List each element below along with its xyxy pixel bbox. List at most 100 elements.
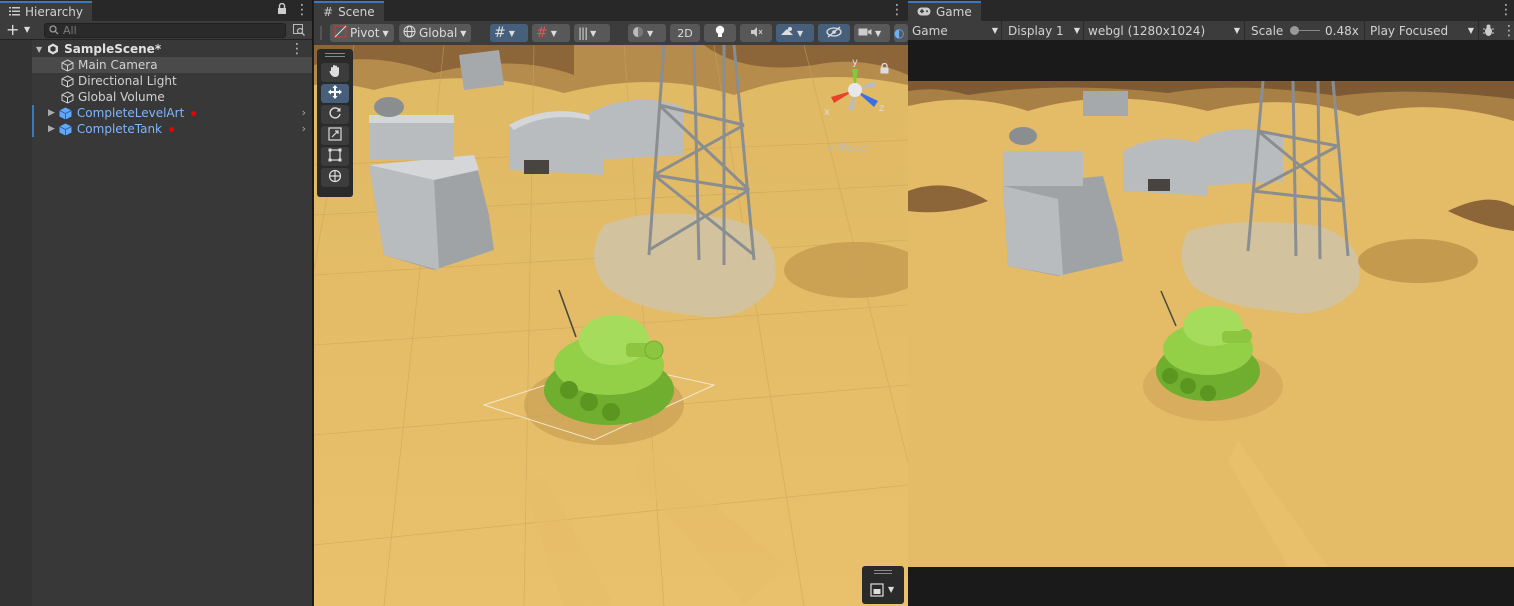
tab-scene[interactable]: # Scene [314, 1, 384, 21]
display-dropdown[interactable]: Display 1 ▼ [1008, 21, 1080, 40]
lock-icon[interactable] [277, 2, 287, 18]
chevron-down-icon: ▼ [550, 28, 557, 38]
list-item[interactable]: ▶ CompleteTank › [32, 121, 312, 137]
move-icon [328, 85, 342, 102]
2d-toggle-button[interactable]: 2D [670, 24, 700, 42]
separator [1083, 21, 1084, 40]
palette-handle [325, 53, 345, 57]
grid-snap-button[interactable]: # ▼ [490, 24, 528, 42]
rect-icon [328, 148, 342, 165]
hand-tool-button[interactable] [321, 63, 349, 82]
light-icon [715, 25, 725, 41]
resolution-label: webgl (1280x1024) [1088, 23, 1206, 38]
orientation-gizmo[interactable]: y x z [822, 57, 888, 123]
hierarchy-tab-bar: Hierarchy ⋮ [0, 0, 312, 21]
gizmos-button[interactable]: ◐ [894, 24, 908, 42]
gizmo-icon: ◐ [894, 26, 905, 40]
game-panel: Game ⋮ Game ▼ Display 1 ▼ webgl (1280x10… [908, 0, 1514, 606]
overlay-handle [874, 570, 892, 574]
scene-toolbar: Pivot ▼ Global ▼ # ▼ # ▼ ||| ▼ ▼ 2D ▼ ▼ … [314, 21, 908, 45]
rect-tool-button[interactable] [321, 147, 349, 166]
list-item[interactable]: Main Camera [32, 57, 312, 73]
camera-dropdown[interactable]: ▼ [854, 24, 890, 42]
play-mode-dropdown[interactable]: Play Focused ▼ [1370, 21, 1474, 40]
audio-toggle-button[interactable] [740, 24, 772, 42]
chevron-down-icon[interactable]: ▼ [24, 25, 30, 34]
modified-dot [191, 110, 197, 116]
overlay-menu-button[interactable]: ▼ [862, 566, 904, 604]
tab-hierarchy-label: Hierarchy [25, 5, 84, 19]
game-tab-bar: Game ⋮ [908, 0, 1514, 21]
expand-arrow-icon[interactable]: ▶ [48, 108, 55, 118]
more-icon[interactable]: ⋮ [890, 3, 904, 17]
scene-render [314, 45, 908, 606]
effects-dropdown[interactable]: ▼ [776, 24, 814, 42]
hand-icon [328, 64, 342, 81]
overlay-icon [870, 583, 884, 600]
scene-viewport[interactable]: y x z < Persp ▼ [314, 45, 908, 606]
scene-row[interactable]: ▼ SampleScene* ⋮ [32, 41, 312, 57]
hierarchy-toolbar: + ▼ All [0, 21, 312, 40]
list-icon [9, 5, 20, 19]
scene-more-icon[interactable]: ⋮ [290, 42, 304, 56]
search-placeholder: All [63, 24, 77, 37]
chevron-down-icon: ▼ [1467, 26, 1474, 35]
scale-slider[interactable] [1290, 26, 1320, 35]
plus-icon[interactable]: + [6, 21, 19, 39]
expand-arrow-icon[interactable]: ▼ [36, 45, 42, 54]
scene-visibility-button[interactable] [818, 24, 850, 42]
draw-mode-dropdown[interactable]: ▼ [628, 24, 666, 42]
chevron-right-icon[interactable]: › [302, 122, 306, 135]
audio-icon [750, 26, 763, 41]
bug-icon[interactable] [1482, 24, 1495, 40]
transform-tool-button[interactable] [321, 168, 349, 187]
global-dropdown[interactable]: Global ▼ [399, 24, 471, 42]
prefab-icon [59, 122, 73, 136]
list-item[interactable]: ▶ CompleteLevelArt › [32, 105, 312, 121]
item-label: CompleteTank [76, 122, 163, 136]
lighting-toggle-button[interactable] [704, 24, 736, 42]
chevron-down-icon: ▼ [1233, 26, 1240, 35]
modified-dot [169, 126, 175, 132]
game-render [908, 81, 1514, 567]
increment-snap-button[interactable]: ||| ▼ [574, 24, 610, 42]
resolution-dropdown[interactable]: webgl (1280x1024) ▼ [1088, 21, 1240, 40]
game-viewport[interactable] [908, 81, 1514, 567]
display-label: Display 1 [1008, 23, 1064, 38]
more-icon[interactable]: ⋮ [295, 3, 309, 17]
chevron-down-icon: ▼ [647, 28, 654, 38]
tab-hierarchy[interactable]: Hierarchy [0, 1, 93, 21]
chevron-down-icon: ▼ [888, 585, 895, 594]
item-label: CompleteLevelArt [76, 106, 185, 120]
more-icon[interactable]: ⋮ [1499, 3, 1513, 17]
chevron-down-icon: ▼ [590, 28, 597, 38]
scale-tool-button[interactable] [321, 126, 349, 145]
cube-icon [60, 74, 74, 88]
chevron-right-icon[interactable]: › [302, 106, 306, 119]
effects-icon [780, 26, 794, 41]
separator [1364, 21, 1365, 40]
separator [1478, 21, 1479, 40]
gizmo-x-label: x [824, 107, 830, 118]
tab-game[interactable]: Game [908, 1, 981, 21]
scale-slider-thumb[interactable] [1290, 26, 1299, 35]
search-input[interactable]: All [44, 23, 286, 38]
lock-icon[interactable] [880, 62, 889, 77]
rotate-tool-button[interactable] [321, 105, 349, 124]
more-icon[interactable]: ⋮ [1502, 24, 1514, 38]
camera-icon [858, 26, 872, 40]
pivot-icon [334, 25, 347, 41]
rotate-icon [328, 106, 342, 123]
shading-icon [632, 26, 644, 41]
move-tool-button[interactable] [321, 84, 349, 103]
chevron-down-icon: ▼ [1073, 26, 1080, 35]
pivot-dropdown[interactable]: Pivot ▼ [330, 24, 394, 42]
grid-visibility-button[interactable]: # ▼ [532, 24, 570, 42]
persp-label[interactable]: < Persp [826, 141, 869, 154]
list-item[interactable]: Directional Light [32, 73, 312, 89]
search-options-icon[interactable] [293, 24, 305, 39]
view-mode-dropdown[interactable]: Game ▼ [912, 21, 998, 40]
expand-arrow-icon[interactable]: ▶ [48, 124, 55, 134]
list-item[interactable]: Global Volume [32, 89, 312, 105]
tab-game-label: Game [936, 5, 972, 19]
